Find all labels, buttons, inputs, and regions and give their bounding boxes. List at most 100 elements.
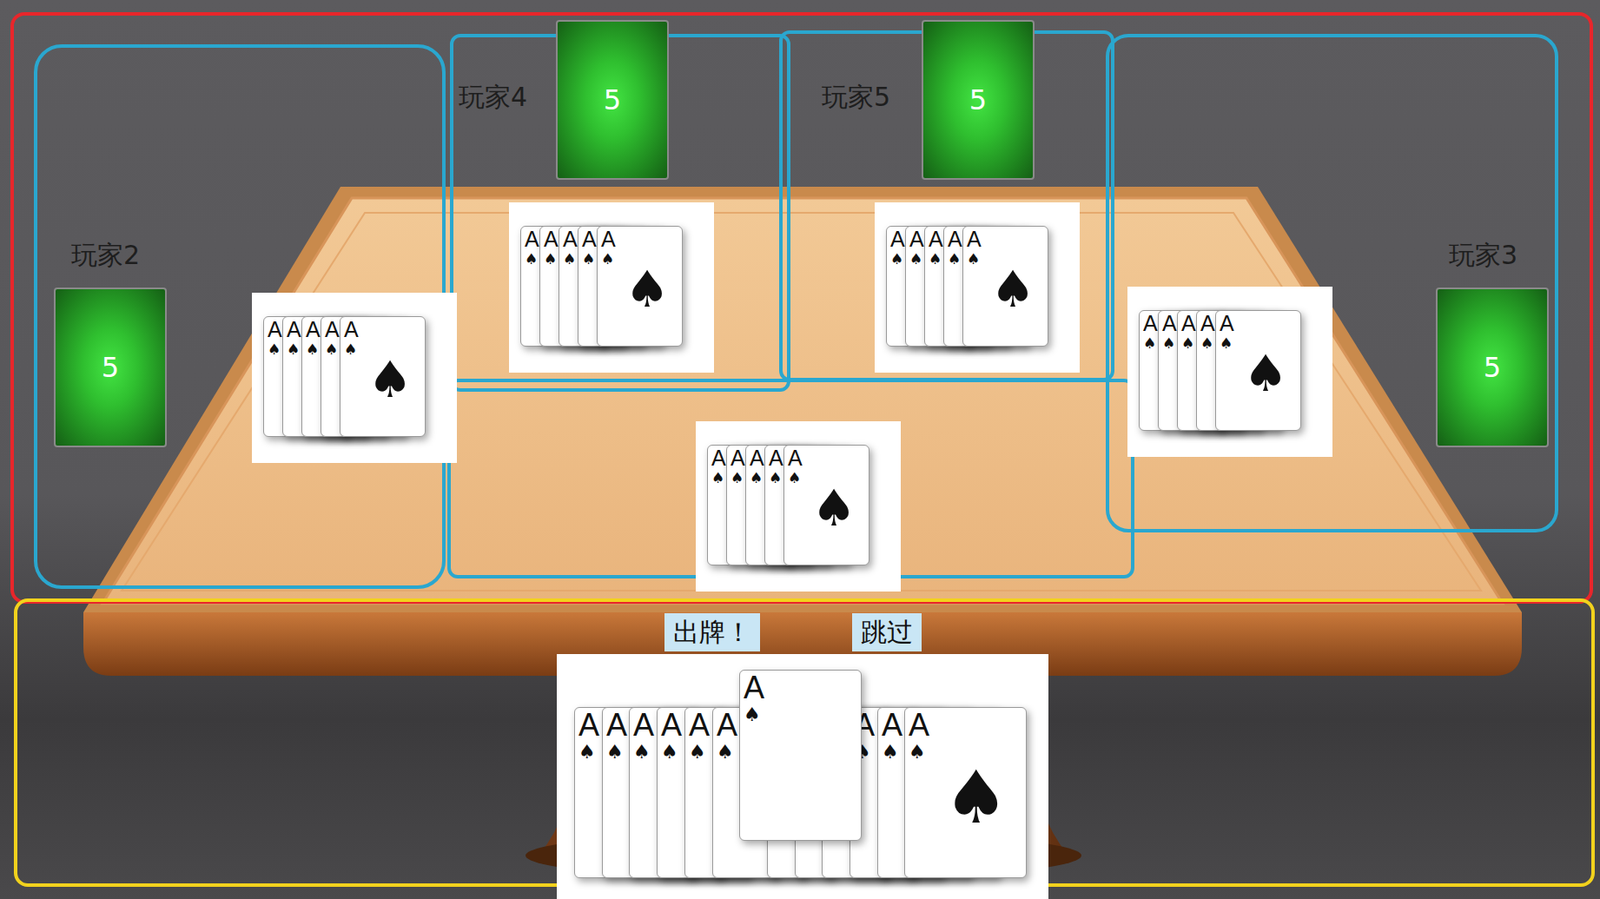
card-suit: ♠ bbox=[743, 705, 761, 725]
playing-card: A♠♠ bbox=[962, 225, 1049, 347]
card-suit: ♠ bbox=[633, 742, 651, 762]
card-suit: ♠ bbox=[562, 251, 576, 267]
card-suit: ♠ bbox=[749, 470, 763, 486]
card-suit: ♠ bbox=[305, 342, 319, 358]
card-rank: A bbox=[730, 447, 746, 470]
player-name: 玩家2 bbox=[67, 238, 144, 273]
card-rank: A bbox=[286, 318, 302, 341]
card-suit: ♠ bbox=[947, 251, 961, 267]
player-name: 玩家4 bbox=[455, 79, 531, 115]
card-rank: A bbox=[966, 228, 982, 251]
card-back-count: 5 bbox=[1435, 287, 1549, 448]
card-suit-large: ♠ bbox=[943, 760, 1009, 834]
card-suit-large: ♠ bbox=[624, 264, 670, 315]
card-suit: ♠ bbox=[716, 742, 734, 762]
played-pile: A♠A♠A♠A♠A♠♠ bbox=[695, 421, 901, 592]
playing-card: A♠♠ bbox=[596, 225, 683, 347]
card-count: 5 bbox=[603, 83, 622, 117]
card-suit-large: ♠ bbox=[811, 482, 857, 534]
played-pile: A♠A♠A♠A♠A♠♠ bbox=[1127, 286, 1333, 457]
card-suit: ♠ bbox=[909, 251, 923, 267]
card-suit: ♠ bbox=[787, 470, 801, 486]
card-count: 5 bbox=[1483, 350, 1501, 384]
card-suit: ♠ bbox=[324, 342, 338, 358]
card-suit: ♠ bbox=[688, 742, 707, 762]
card-suit: ♠ bbox=[543, 251, 557, 267]
card-count: 5 bbox=[101, 350, 120, 384]
card-suit: ♠ bbox=[661, 742, 679, 762]
card-suit: ♠ bbox=[1181, 336, 1195, 351]
card-rank: A bbox=[787, 447, 803, 470]
player-name: 玩家5 bbox=[818, 79, 894, 115]
card-suit: ♠ bbox=[881, 742, 900, 762]
card-rank: A bbox=[601, 228, 616, 251]
player-hand: A♠A♠A♠A♠A♠A♠A♠A♠A♠A♠A♠A♠A♠♠ bbox=[556, 654, 1049, 899]
card-suit: ♠ bbox=[966, 251, 980, 267]
card-suit: ♠ bbox=[1200, 336, 1214, 351]
card-rank: A bbox=[267, 318, 283, 341]
playing-card[interactable]: A♠ bbox=[739, 669, 862, 841]
card-rank: A bbox=[743, 672, 765, 704]
card-suit: ♠ bbox=[606, 742, 624, 762]
played-pile: A♠A♠A♠A♠A♠♠ bbox=[874, 202, 1080, 373]
card-rank: A bbox=[890, 228, 906, 251]
card-suit: ♠ bbox=[1162, 336, 1176, 351]
card-suit: ♠ bbox=[524, 251, 538, 267]
card-rank: A bbox=[711, 447, 727, 470]
played-pile: A♠A♠A♠A♠A♠♠ bbox=[509, 202, 715, 373]
card-rank: A bbox=[1181, 312, 1197, 335]
card-suit: ♠ bbox=[581, 251, 596, 267]
card-rank: A bbox=[1200, 312, 1216, 335]
card-rank: A bbox=[543, 228, 559, 251]
card-rank: A bbox=[688, 709, 710, 741]
playing-card[interactable]: A♠♠ bbox=[904, 707, 1027, 879]
player-name: 玩家3 bbox=[1445, 238, 1521, 273]
card-suit-large: ♠ bbox=[367, 354, 413, 405]
card-back-count: 5 bbox=[53, 287, 167, 448]
playing-card: A♠♠ bbox=[1215, 310, 1302, 431]
card-suit-large: ♠ bbox=[1242, 348, 1289, 399]
card-suit: ♠ bbox=[286, 342, 300, 358]
pass-button[interactable]: 跳过 bbox=[852, 613, 922, 652]
card-rank: A bbox=[909, 228, 925, 251]
card-rank: A bbox=[324, 318, 340, 341]
card-rank: A bbox=[578, 709, 600, 741]
played-pile: A♠A♠A♠A♠A♠♠ bbox=[251, 292, 457, 463]
card-rank: A bbox=[1219, 312, 1235, 335]
card-suit: ♠ bbox=[890, 251, 904, 267]
card-rank: A bbox=[305, 318, 321, 341]
card-rank: A bbox=[343, 318, 359, 341]
playing-card: A♠♠ bbox=[339, 316, 426, 437]
card-suit: ♠ bbox=[730, 470, 744, 486]
card-suit: ♠ bbox=[928, 251, 942, 267]
card-suit: ♠ bbox=[578, 742, 596, 762]
card-suit: ♠ bbox=[768, 470, 782, 486]
card-rank: A bbox=[749, 447, 765, 470]
card-suit: ♠ bbox=[267, 342, 281, 358]
card-rank: A bbox=[716, 709, 738, 741]
card-rank: A bbox=[661, 709, 682, 741]
card-rank: A bbox=[768, 447, 784, 470]
card-back-count: 5 bbox=[555, 19, 669, 180]
playing-card: A♠♠ bbox=[783, 444, 870, 566]
card-rank: A bbox=[562, 228, 578, 251]
card-suit: ♠ bbox=[711, 470, 725, 486]
card-rank: A bbox=[606, 709, 628, 741]
card-rank: A bbox=[1162, 312, 1177, 335]
card-suit: ♠ bbox=[1219, 336, 1233, 351]
card-rank: A bbox=[581, 228, 597, 251]
card-rank: A bbox=[633, 709, 655, 741]
card-rank: A bbox=[881, 709, 903, 741]
card-suit: ♠ bbox=[601, 251, 615, 267]
card-rank: A bbox=[524, 228, 540, 251]
play-button[interactable]: 出牌！ bbox=[664, 613, 761, 652]
card-rank: A bbox=[908, 709, 930, 741]
card-rank: A bbox=[1143, 312, 1158, 335]
card-suit: ♠ bbox=[343, 342, 358, 358]
card-suit: ♠ bbox=[908, 742, 926, 762]
card-rank: A bbox=[947, 228, 963, 251]
card-suit: ♠ bbox=[1143, 336, 1157, 351]
card-back-count: 5 bbox=[921, 19, 1035, 180]
card-suit-large: ♠ bbox=[990, 264, 1036, 315]
card-rank: A bbox=[928, 228, 944, 251]
